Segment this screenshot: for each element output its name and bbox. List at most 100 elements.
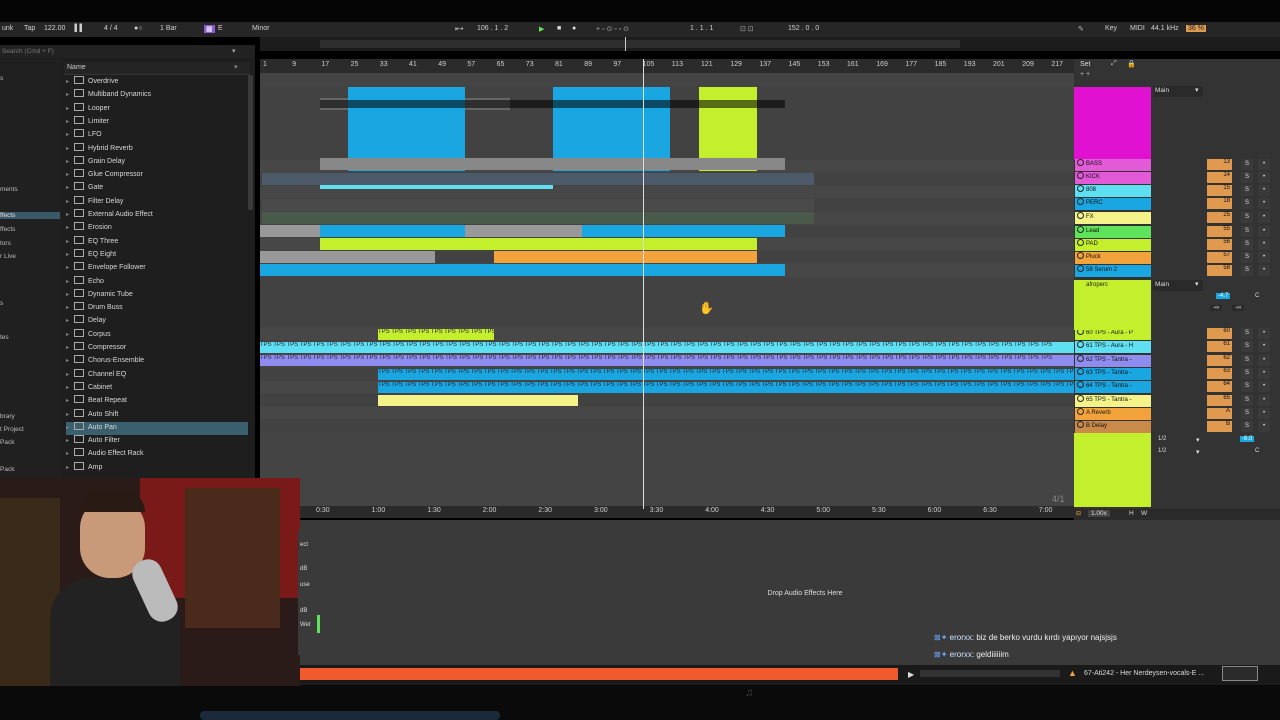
expand-triangle-icon[interactable]: ▸ [66, 450, 72, 457]
track-activator-icon[interactable] [1077, 226, 1084, 233]
track-number[interactable]: 55 [1207, 226, 1232, 237]
track-header[interactable]: 64 TPS - Tantra - [1075, 381, 1151, 393]
playhead[interactable] [643, 59, 644, 509]
solo-button[interactable]: S [1241, 408, 1253, 419]
expand-triangle-icon[interactable]: ▸ [66, 131, 72, 138]
browser-item[interactable]: ▸ Echo [66, 275, 248, 289]
track-activator-icon[interactable] [1077, 198, 1084, 205]
search-input[interactable]: Search (Cmd + F) [2, 48, 54, 55]
arrangement-overview[interactable] [260, 37, 1280, 51]
track-activator-icon[interactable] [1077, 341, 1084, 348]
track-number[interactable]: 61 [1207, 341, 1232, 352]
afroperc-output-select[interactable]: Main ▾ [1153, 280, 1203, 291]
clip[interactable] [260, 264, 785, 276]
expand-triangle-icon[interactable]: ▸ [66, 304, 72, 311]
expand-triangle-icon[interactable]: ▸ [66, 105, 72, 112]
expand-triangle-icon[interactable]: ▸ [66, 384, 72, 391]
browser-item[interactable]: ▸ Dynamic Tube [66, 288, 248, 302]
solo-button[interactable]: S [1241, 185, 1253, 196]
solo-button[interactable]: S [1241, 226, 1253, 237]
play-button-icon[interactable]: ▶ [539, 25, 544, 33]
track-header[interactable]: 808 [1075, 185, 1151, 197]
clip[interactable] [320, 158, 785, 170]
track-header[interactable]: Pluck [1075, 252, 1151, 264]
arm-button[interactable]: • [1258, 265, 1270, 276]
track-header[interactable]: 58 Serum 2 [1075, 265, 1151, 277]
browser-item[interactable]: ▸ Auto Filter [66, 435, 248, 448]
expand-triangle-icon[interactable]: ▸ [66, 224, 72, 231]
arm-button[interactable]: • [1258, 421, 1270, 432]
browser-item[interactable]: ▸ Auto Pan [66, 421, 248, 435]
solo-button[interactable]: S [1241, 368, 1253, 379]
arm-button[interactable]: • [1258, 341, 1270, 352]
track-activator-icon[interactable] [1077, 381, 1084, 388]
track-header[interactable]: PERC [1075, 198, 1151, 210]
track-header[interactable]: 61 TPS - Aura - H [1075, 341, 1151, 353]
track-activator-icon[interactable] [1077, 252, 1084, 259]
expand-triangle-icon[interactable]: ▸ [66, 145, 72, 152]
clip[interactable] [320, 185, 520, 189]
browser-place[interactable]: brary [0, 413, 15, 420]
browser-name-header[interactable]: Name ▾ [64, 62, 250, 75]
arm-button[interactable]: • [1258, 355, 1270, 366]
track-activator-icon[interactable] [1077, 395, 1084, 402]
afroperc-track[interactable]: afroperc [1074, 280, 1151, 330]
solo-button[interactable]: S [1241, 381, 1253, 392]
browser-search[interactable]: Search (Cmd + F) ▾ [0, 46, 255, 58]
track-number[interactable]: 65 [1207, 395, 1232, 406]
track-header[interactable]: 62 TPS - Tantra - [1075, 355, 1151, 367]
key-icon[interactable]: ▦ [204, 25, 215, 33]
arm-button[interactable]: • [1258, 212, 1270, 223]
expand-triangle-icon[interactable]: ▸ [66, 264, 72, 271]
track-header[interactable]: FX [1075, 212, 1151, 224]
browser-item[interactable]: ▸ External Audio Effect [66, 209, 248, 222]
arm-button[interactable]: • [1258, 239, 1270, 250]
arm-button[interactable]: • [1258, 185, 1270, 196]
clip[interactable] [260, 251, 435, 263]
track-number[interactable]: 62 [1207, 355, 1232, 366]
arm-button[interactable]: • [1258, 328, 1270, 339]
track-header[interactable]: Lead [1075, 226, 1151, 238]
main-track-area[interactable] [1074, 433, 1151, 507]
pan-readout[interactable]: C [1255, 293, 1259, 299]
track-header[interactable]: B Delay [1075, 421, 1151, 433]
arrangement-lane[interactable] [260, 278, 1075, 327]
track-number[interactable]: B [1207, 421, 1232, 432]
browser-item[interactable]: ▸ Hybrid Reverb [66, 142, 248, 156]
browser-item[interactable]: ▸ Compressor [66, 342, 248, 355]
metronome-icon[interactable]: ▐▐ [72, 25, 82, 32]
expand-triangle-icon[interactable]: ▸ [66, 211, 72, 218]
tps-clip[interactable]: TPS TPS TPS TPS TPS TPS TPS TPS TPS TPS … [378, 329, 494, 340]
track-number[interactable]: A [1207, 408, 1232, 419]
browser-item[interactable]: ▸ Limiter [66, 115, 248, 129]
expand-triangle-icon[interactable]: ▸ [66, 291, 72, 298]
solo-button[interactable]: S [1241, 239, 1253, 250]
browser-item[interactable]: ▸ Grain Delay [66, 155, 248, 169]
tps-clip[interactable]: TPS TPS TPS TPS TPS TPS TPS TPS TPS TPS … [378, 382, 1075, 393]
browser-scrollbar[interactable] [248, 75, 253, 210]
clip[interactable] [262, 199, 814, 211]
arrangement-view[interactable]: TPS TPS TPS TPS TPS TPS TPS TPS TPS TPS … [260, 73, 1075, 508]
tps-clip[interactable]: TPS TPS TPS TPS TPS TPS TPS TPS TPS TPS … [260, 342, 1075, 353]
loop-icon[interactable]: ⊟ [1076, 510, 1081, 517]
expand-triangle-icon[interactable]: ▸ [66, 464, 72, 471]
arrangement-lane[interactable] [260, 407, 1075, 419]
main-output-select[interactable]: Main ▾ [1153, 86, 1203, 97]
clip[interactable] [494, 251, 757, 263]
browser-place[interactable]: ffects [0, 212, 60, 219]
transport-item[interactable]: unk [2, 25, 13, 32]
solo-button[interactable]: S [1241, 355, 1253, 366]
arm-button[interactable]: • [1258, 226, 1270, 237]
expand-triangle-icon[interactable]: ▸ [66, 238, 72, 245]
expand-triangle-icon[interactable]: ▸ [66, 198, 72, 205]
track-header[interactable]: 65 TPS - Tantra - [1075, 395, 1151, 407]
browser-place[interactable]: t Project [0, 426, 24, 433]
time-signature[interactable]: 4 / 4 [104, 25, 118, 32]
track-number[interactable]: 13 [1207, 159, 1232, 170]
arm-button[interactable]: • [1258, 159, 1270, 170]
browser-item[interactable]: ▸ Delay [66, 315, 248, 328]
beat-ruler[interactable]: 1 9 17 25 33 41 49 57 65 73 81 89 97 105 113 121 129 137 1… [260, 59, 1075, 73]
track-header[interactable]: PAD [1075, 239, 1151, 251]
browser-item[interactable]: ▸ Looper [66, 102, 248, 116]
tap-button[interactable]: Tap [24, 25, 35, 32]
